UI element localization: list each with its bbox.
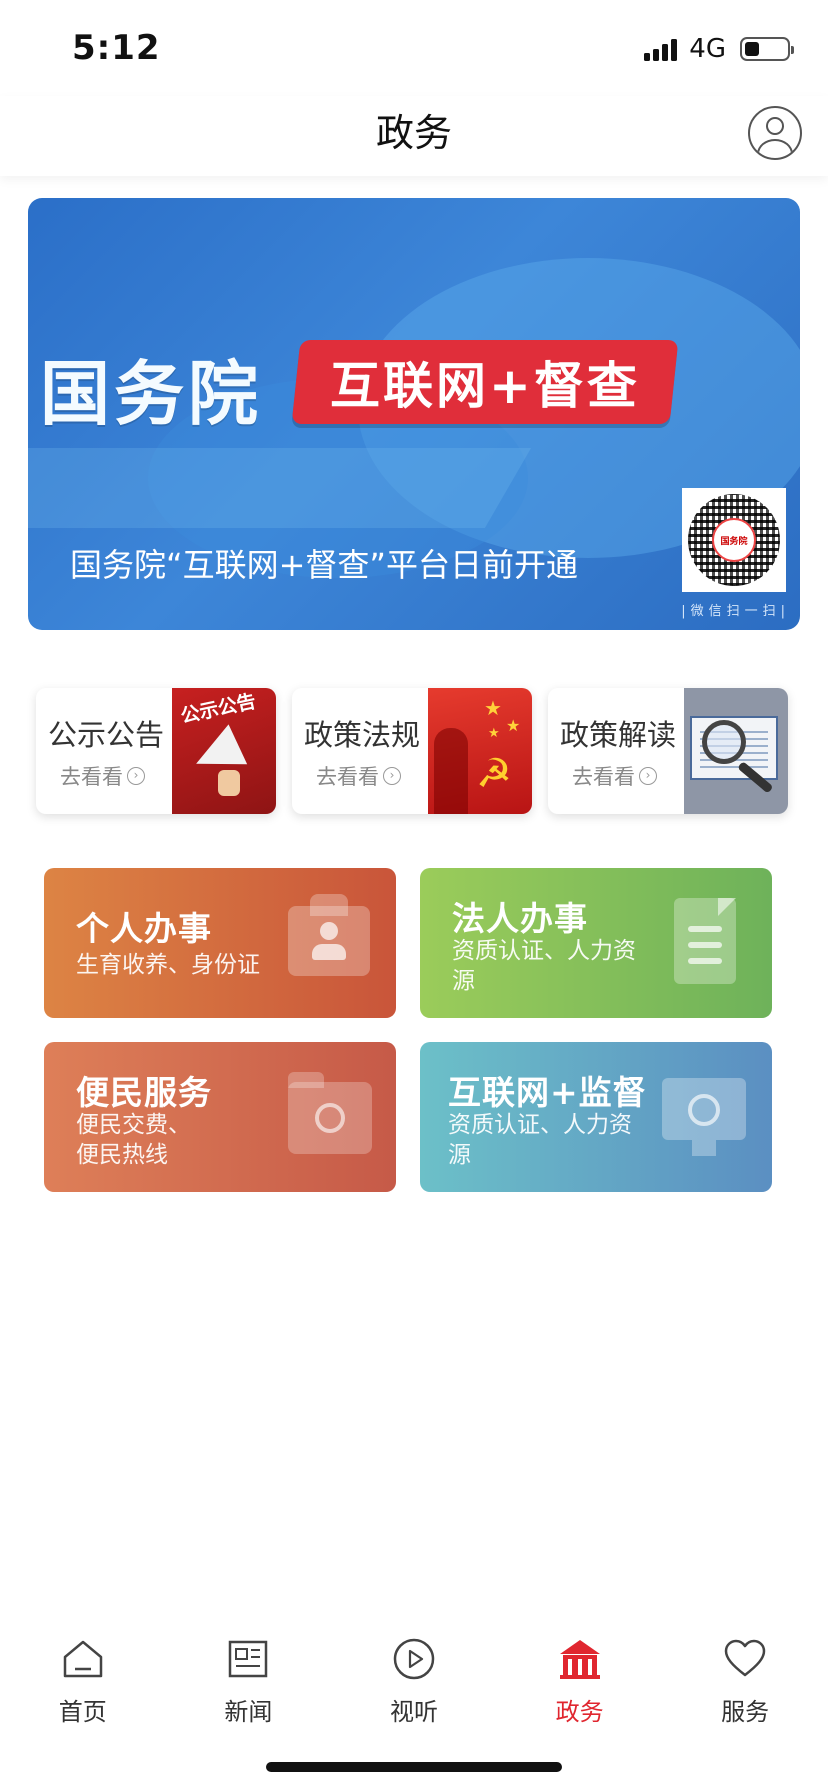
tab-label: 政务 <box>555 1698 604 1726</box>
quick-link-title: 政策解读 <box>560 718 677 752</box>
quick-link-title: 政策法规 <box>304 718 421 752</box>
news-icon <box>225 1636 271 1682</box>
id-card-icon <box>288 894 370 976</box>
banner[interactable]: 国务院 互联网+督查 国务院“互联网+督查”平台日前开通 国务院 |微信扫一扫| <box>28 198 800 630</box>
status-time: 5:12 <box>72 28 161 68</box>
qr-caption: |微信扫一扫| <box>681 604 790 619</box>
government-icon <box>557 1636 603 1682</box>
quick-link-title: 公示公告 <box>48 718 165 752</box>
quick-link-more: 去看看 › <box>60 761 145 791</box>
tab-news[interactable]: 新闻 <box>166 1616 332 1726</box>
banner-caption: 国务院“互联网+督查”平台日前开通 <box>70 546 578 584</box>
folder-compass-icon <box>288 1072 372 1154</box>
service-legal-person-affairs[interactable]: 法人办事 资质认证、人力资源 <box>420 868 772 1018</box>
quick-link-notice[interactable]: 公示公告 去看看 › 公示公告 <box>36 688 276 814</box>
banner-tag-text: 互联网+督查 <box>330 357 640 415</box>
party-flag-image: ★ ★ ★ ☭ <box>428 688 532 814</box>
quick-link-more-label: 去看看 <box>60 765 123 789</box>
chevron-right-icon: › <box>383 767 401 785</box>
home-indicator[interactable] <box>266 1762 562 1772</box>
quick-link-interpretation[interactable]: 政策解读 去看看 › <box>548 688 788 814</box>
monitor-icon <box>662 1078 746 1156</box>
tab-government[interactable]: 政务 <box>497 1616 663 1726</box>
tab-label: 新闻 <box>224 1698 273 1726</box>
qr-code-icon: 国务院 <box>682 488 786 592</box>
bottom-tab-bar: 首页 新闻 视听 政务 服务 <box>0 1616 828 1726</box>
megaphone-image: 公示公告 <box>172 688 276 814</box>
document-icon <box>674 898 736 984</box>
service-desc: 生育收养、身份证 <box>76 952 260 978</box>
chevron-right-icon: › <box>127 767 145 785</box>
play-icon <box>391 1636 437 1682</box>
service-title: 便民服务 <box>76 1073 212 1112</box>
battery-icon <box>740 37 794 61</box>
signal-icon <box>644 37 678 61</box>
tab-media[interactable]: 视听 <box>331 1616 497 1726</box>
page-title: 政务 <box>375 111 452 155</box>
service-convenience[interactable]: 便民服务 便民交费、便民热线 <box>44 1042 396 1192</box>
tab-home[interactable]: 首页 <box>0 1616 166 1726</box>
status-indicators: 4G <box>644 34 794 64</box>
quick-link-more-label: 去看看 <box>572 765 635 789</box>
tab-label: 服务 <box>721 1698 770 1726</box>
service-desc: 便民交费、便民热线 <box>76 1112 191 1168</box>
tab-service[interactable]: 服务 <box>662 1616 828 1726</box>
qr-center-label: 国务院 <box>712 518 756 562</box>
chevron-right-icon: › <box>639 767 657 785</box>
image-tag: 公示公告 <box>178 690 258 728</box>
status-bar: 5:12 4G <box>0 0 828 96</box>
service-desc: 资质认证、人力资源 <box>452 938 636 994</box>
quick-link-more: 去看看 › <box>572 761 657 791</box>
banner-tag: 互联网+督查 <box>291 340 679 424</box>
service-personal-affairs[interactable]: 个人办事 生育收养、身份证 <box>44 868 396 1018</box>
quick-link-policy[interactable]: 政策法规 去看看 › ★ ★ ★ ☭ <box>292 688 532 814</box>
header: 政务 <box>0 96 828 176</box>
quick-link-more-label: 去看看 <box>316 765 379 789</box>
banner-org-title: 国务院 <box>40 353 262 435</box>
service-internet-supervision[interactable]: 互联网+监督 资质认证、人力资源 <box>420 1042 772 1192</box>
service-desc: 资质认证、人力资源 <box>448 1112 632 1168</box>
home-icon <box>60 1636 106 1682</box>
tab-label: 首页 <box>58 1698 107 1726</box>
network-type: 4G <box>689 34 726 64</box>
tab-label: 视听 <box>389 1698 438 1726</box>
battery-level <box>745 42 759 56</box>
user-avatar-icon[interactable] <box>748 106 802 160</box>
service-title: 法人办事 <box>452 899 588 938</box>
banner-decoration <box>28 448 532 528</box>
magnifier-book-image <box>684 688 788 814</box>
service-title: 个人办事 <box>76 909 212 948</box>
service-title: 互联网+监督 <box>448 1073 647 1112</box>
heart-icon <box>722 1636 768 1682</box>
quick-link-more: 去看看 › <box>316 761 401 791</box>
